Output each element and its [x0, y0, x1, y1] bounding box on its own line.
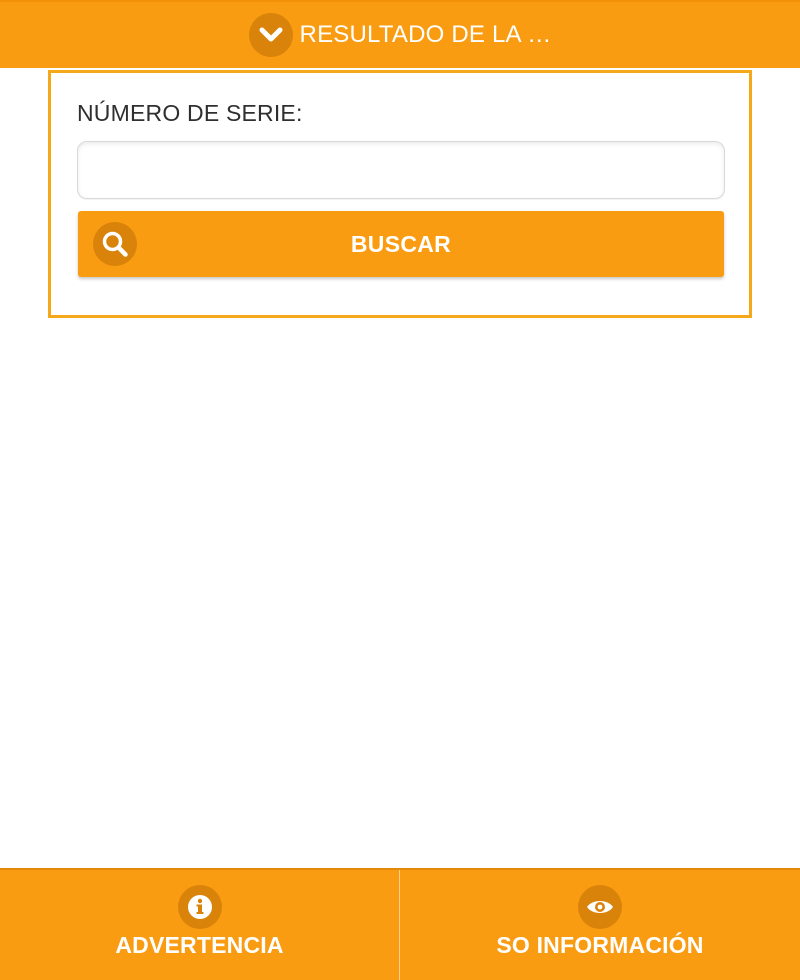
os-info-button[interactable]: SO INFORMACIÓN — [400, 870, 800, 980]
serial-number-input[interactable] — [77, 141, 725, 199]
eye-icon — [578, 885, 622, 929]
search-button-label: BUSCAR — [350, 230, 452, 257]
serial-search-panel: NÚMERO DE SERIE: BUSCAR — [48, 70, 752, 318]
warning-button[interactable]: ADVERTENCIA — [0, 870, 400, 980]
chevron-down-icon[interactable] — [248, 13, 293, 57]
result-header-bar[interactable]: RESULTADO DE LA … — [0, 0, 800, 68]
os-info-label: SO INFORMACIÓN — [496, 932, 704, 958]
info-icon — [177, 885, 222, 929]
warning-label: ADVERTENCIA — [115, 932, 284, 958]
serial-number-label: NÚMERO DE SERIE: — [77, 100, 303, 126]
search-icon — [93, 222, 137, 266]
search-button[interactable]: BUSCAR — [78, 211, 724, 277]
header-title: RESULTADO DE LA … — [299, 21, 552, 48]
bottom-toolbar: ADVERTENCIA SO INFORMACIÓN — [0, 868, 800, 980]
